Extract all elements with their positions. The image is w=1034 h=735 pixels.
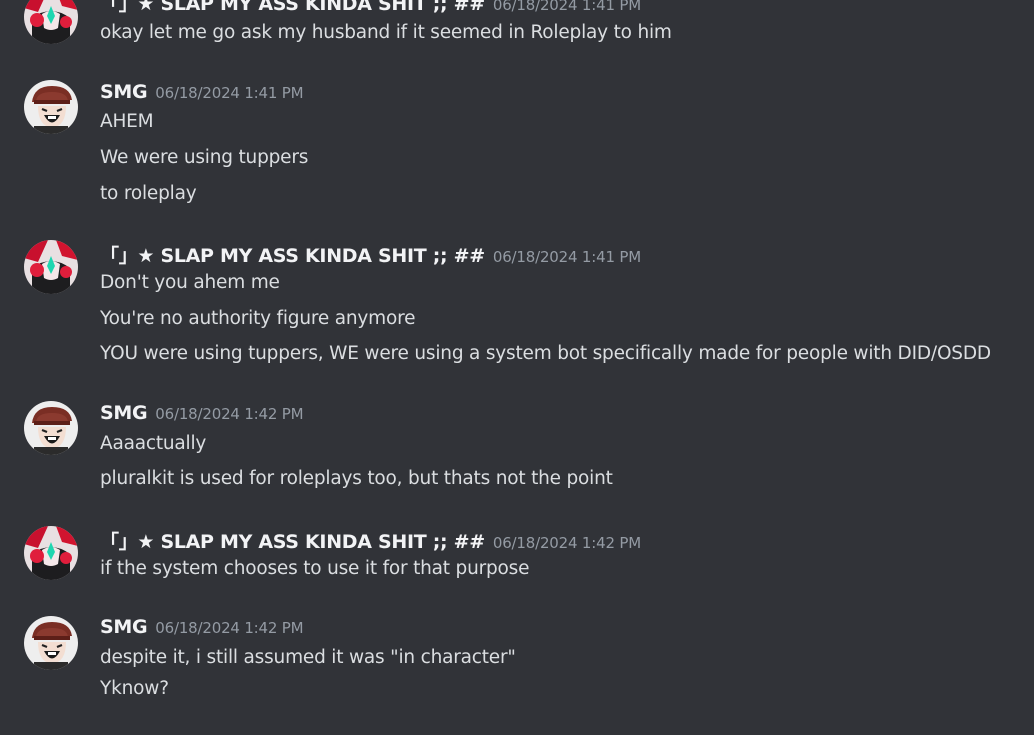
user-avatar-slap[interactable] — [24, 240, 78, 294]
username[interactable]: SMG — [100, 616, 148, 638]
message-text: pluralkit is used for roleplays too, but… — [100, 468, 613, 489]
avatar-art-red-character — [24, 240, 78, 294]
message-timestamp: 06/18/2024 1:42 PM — [155, 405, 304, 423]
message-text: okay let me go ask my husband if it seem… — [100, 22, 672, 43]
message-text: to roleplay — [100, 183, 197, 204]
user-avatar-smg[interactable] — [24, 80, 78, 134]
message-header: SMG 06/18/2024 1:42 PM — [100, 402, 304, 424]
username[interactable]: SMG — [100, 81, 148, 103]
user-avatar-smg[interactable] — [24, 616, 78, 670]
message-text: if the system chooses to use it for that… — [100, 558, 530, 579]
username[interactable]: 「」★ SLAP MY ASS KINDA SHIT ;; ## — [100, 531, 485, 553]
message-text: You're no authority figure anymore — [100, 308, 416, 329]
message-timestamp: 06/18/2024 1:41 PM — [492, 248, 641, 266]
avatar-art-red-character — [24, 526, 78, 580]
avatar-art-laughing-character — [24, 616, 78, 670]
message-text: AHEM — [100, 111, 154, 132]
message-text: Aaaactually — [100, 433, 207, 454]
avatar-art-laughing-character — [24, 401, 78, 455]
avatar-art-laughing-character — [24, 80, 78, 134]
message-text: Don't you ahem me — [100, 272, 280, 293]
message-timestamp: 06/18/2024 1:41 PM — [155, 84, 304, 102]
message-text: despite it, i still assumed it was "in c… — [100, 647, 516, 668]
message-text: We were using tuppers — [100, 147, 309, 168]
message-timestamp: 06/18/2024 1:42 PM — [492, 534, 641, 552]
username[interactable]: 「」★ SLAP MY ASS KINDA SHIT ;; ## — [100, 245, 485, 267]
chat-message-list: 「」★ SLAP MY ASS KINDA SHIT ;; ## 06/18/20… — [0, 0, 1034, 735]
avatar-art-red-character — [24, 0, 78, 44]
message-header: SMG 06/18/2024 1:42 PM — [100, 616, 304, 638]
message-header: 「」★ SLAP MY ASS KINDA SHIT ;; ## 06/18/20… — [100, 241, 641, 268]
message-header: SMG 06/18/2024 1:41 PM — [100, 81, 304, 103]
message-header: 「」★ SLAP MY ASS KINDA SHIT ;; ## 06/18/20… — [100, 0, 641, 16]
message-header: 「」★ SLAP MY ASS KINDA SHIT ;; ## 06/18/20… — [100, 527, 641, 554]
user-avatar-slap[interactable] — [24, 0, 78, 44]
user-avatar-smg[interactable] — [24, 401, 78, 455]
message-text: YOU were using tuppers, WE were using a … — [100, 343, 991, 364]
message-timestamp: 06/18/2024 1:42 PM — [155, 619, 304, 637]
user-avatar-slap[interactable] — [24, 526, 78, 580]
username[interactable]: 「」★ SLAP MY ASS KINDA SHIT ;; ## — [100, 0, 485, 15]
message-timestamp: 06/18/2024 1:41 PM — [492, 0, 641, 14]
username[interactable]: SMG — [100, 402, 148, 424]
message-text: Yknow? — [100, 678, 169, 699]
